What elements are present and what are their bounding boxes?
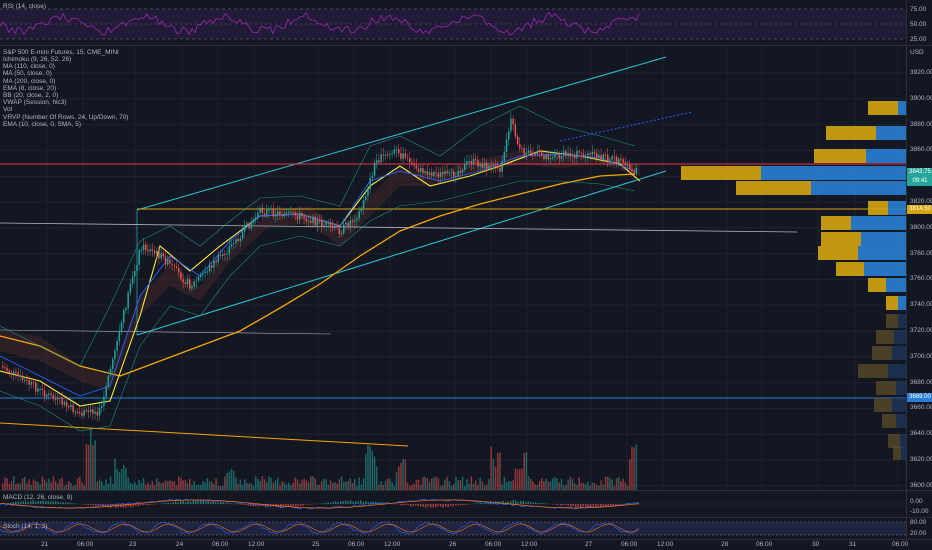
time-label: 06:00 xyxy=(77,541,94,548)
stoch-axis[interactable]: 80.00 20.00 xyxy=(906,518,932,539)
price-tag-countdown: 09:41 xyxy=(907,177,932,186)
time-label: 12:00 xyxy=(384,541,401,548)
time-label: 28 xyxy=(721,541,729,548)
price-tick: 3700.00 xyxy=(910,352,932,360)
time-label: 21 xyxy=(41,541,49,548)
price-axis[interactable]: USD 3920.003900.003880.003860.003840.003… xyxy=(906,46,932,490)
price-tick: 3740.00 xyxy=(910,301,932,309)
indicator-legend-item[interactable]: EMA (10, close, 0, SMA, 5) xyxy=(3,121,81,128)
stoch-tick-20: 20.00 xyxy=(910,530,927,537)
rsi-chart xyxy=(0,8,906,40)
currency-label: USD xyxy=(910,49,924,56)
indicator-legend-item[interactable]: VWAP (Session, hlc3) xyxy=(3,99,67,106)
indicator-legend-item[interactable]: BB (20, close, 2, 0) xyxy=(3,92,58,99)
time-label: 31 xyxy=(849,541,857,548)
rsi-title[interactable]: RSI (14, close) xyxy=(3,3,46,10)
price-tick: 3800.00 xyxy=(910,223,932,231)
price-tick: 3620.00 xyxy=(910,456,932,463)
stoch-pane[interactable]: Stoch (14, 1, 3) xyxy=(0,518,906,539)
time-label: 06:00 xyxy=(621,541,638,548)
time-label: 12:00 xyxy=(657,541,674,548)
time-label: 30 xyxy=(812,541,820,548)
indicator-legend-item[interactable]: MA (200, close, 0) xyxy=(3,78,55,85)
indicator-legend-item[interactable]: Ichimoku (9, 26, 52, 26) xyxy=(3,56,71,63)
main-chart xyxy=(0,46,906,490)
time-label: 23 xyxy=(129,541,137,548)
ichimoku-cloud xyxy=(0,151,640,391)
indicator-legend-item[interactable]: VRVP (Number Of Rows, 24, Up/Down, 70) xyxy=(3,114,128,121)
time-label: 27 xyxy=(585,541,593,548)
macd-chart xyxy=(0,498,906,510)
price-tick: 3860.00 xyxy=(910,146,932,154)
indicator-legend-item[interactable]: MA (110, close, 0) xyxy=(3,63,55,70)
price-tag-last: 3843.75 xyxy=(907,168,932,177)
time-label: 06:00 xyxy=(212,541,229,548)
rsi-tick-75: 75.00 xyxy=(910,6,927,13)
macd-tick-0: 0.00 xyxy=(910,498,923,505)
indicator-legend-item[interactable]: Vol xyxy=(3,106,12,113)
time-label: 12:00 xyxy=(248,541,265,548)
price-tag-yellow: 3814.50 xyxy=(907,205,932,214)
price-tick: 3780.00 xyxy=(910,249,932,257)
time-label: 06:00 xyxy=(756,541,773,548)
price-tick: 3760.00 xyxy=(910,275,932,283)
channel-lower xyxy=(136,170,667,336)
main-chart-pane[interactable]: S&P 500 E-mini Futures, 15, CME_MINI Ich… xyxy=(0,46,906,490)
macd-tick-neg10: -10.00 xyxy=(910,508,929,515)
price-tick: 3660.00 xyxy=(910,404,932,412)
time-label: 06:00 xyxy=(485,541,502,548)
macd-title[interactable]: MACD (12, 26, close, 9) xyxy=(3,494,72,501)
stoch-title[interactable]: Stoch (14, 1, 3) xyxy=(3,523,47,530)
price-tick: 3640.00 xyxy=(910,430,932,438)
time-label: 24 xyxy=(176,541,184,548)
stoch-tick-80: 80.00 xyxy=(910,519,927,526)
rsi-tick-25: 25.00 xyxy=(910,36,927,43)
rsi-tick-50: 50.00 xyxy=(910,21,927,28)
time-label: 26 xyxy=(449,541,457,548)
time-label: 25 xyxy=(312,541,320,548)
price-tick: 3680.00 xyxy=(910,378,932,386)
channel-upper xyxy=(136,56,667,211)
time-label: 06:00 xyxy=(348,541,365,548)
macd-axis[interactable]: 0.00 -10.00 xyxy=(906,491,932,517)
price-tick: 3720.00 xyxy=(910,327,932,334)
time-label: 06:00 xyxy=(892,541,909,548)
price-tick: 3920.00 xyxy=(910,69,932,76)
price-tag-blue: 3669.00 xyxy=(907,393,932,402)
price-tick: 3600.00 xyxy=(910,481,932,489)
indicator-legend-item[interactable]: MA (50, close, 0) xyxy=(3,70,52,77)
rsi-pane[interactable]: RSI (14, close) xyxy=(0,0,906,45)
price-tick: 3880.00 xyxy=(910,120,932,128)
macd-pane[interactable]: MACD (12, 26, close, 9) xyxy=(0,491,906,517)
indicator-legend-item[interactable]: EMA (8, close, 20) xyxy=(3,85,56,92)
time-label: 12:00 xyxy=(521,541,538,548)
rsi-axis[interactable]: 75.00 50.00 25.00 xyxy=(906,0,932,45)
price-tick: 3900.00 xyxy=(910,94,932,102)
stoch-chart xyxy=(0,521,906,536)
time-axis[interactable]: 21 06:00 23 24 06:00 12:00 25 06:00 12:00 26 06:00… xyxy=(0,539,909,550)
